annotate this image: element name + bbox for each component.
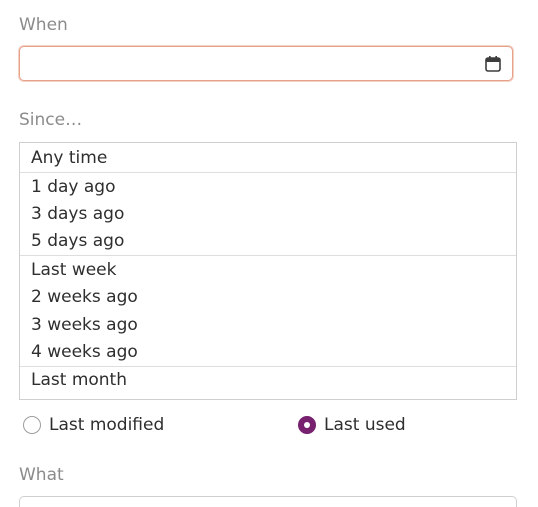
list-separator <box>20 255 516 256</box>
since-list[interactable]: Any time 1 day ago 3 days ago 5 days ago… <box>19 142 517 400</box>
radio-last-used-label: Last used <box>324 415 406 435</box>
radio-last-modified-label: Last modified <box>49 415 165 435</box>
list-item-last-month[interactable]: Last month <box>20 369 516 391</box>
list-item-last-week[interactable]: Last week <box>20 259 516 281</box>
list-item-3-weeks-ago[interactable]: 3 weeks ago <box>20 314 516 336</box>
calendar-icon[interactable] <box>484 55 502 73</box>
list-item-any-time[interactable]: Any time <box>20 147 516 169</box>
list-separator <box>20 172 516 173</box>
when-label: When <box>19 15 68 35</box>
list-item-2-weeks-ago[interactable]: 2 weeks ago <box>20 286 516 308</box>
radio-circle-unchecked[interactable] <box>23 416 41 434</box>
what-label: What <box>19 465 64 485</box>
since-label: Since… <box>19 110 83 130</box>
search-filter-panel: When Since… Any time 1 day ago 3 days ag… <box>0 0 538 507</box>
radio-circle-checked[interactable] <box>298 416 316 434</box>
radio-last-used[interactable]: Last used <box>298 414 406 436</box>
list-item-5-days-ago[interactable]: 5 days ago <box>20 230 516 252</box>
list-item-4-weeks-ago[interactable]: 4 weeks ago <box>20 341 516 363</box>
radio-last-modified[interactable]: Last modified <box>23 414 164 436</box>
list-separator <box>20 366 516 367</box>
list-item-3-days-ago[interactable]: 3 days ago <box>20 203 516 225</box>
date-field[interactable] <box>19 46 513 81</box>
list-item-1-day-ago[interactable]: 1 day ago <box>20 176 516 198</box>
what-field[interactable] <box>19 496 517 507</box>
